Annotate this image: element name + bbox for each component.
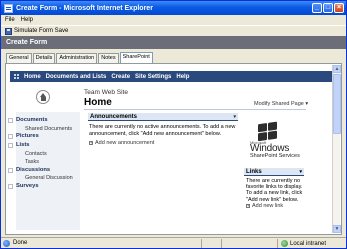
ql-general-discussion[interactable]: General Discussion — [25, 175, 73, 181]
add-icon: + — [89, 140, 93, 145]
scroll-up-button[interactable]: ▲ — [333, 65, 341, 73]
announcements-header: Announcements ▾ — [88, 113, 238, 121]
announcements-empty-text: There are currently no active announceme… — [89, 124, 236, 137]
ie-document-icon — [4, 3, 13, 13]
ql-tasks[interactable]: Tasks — [25, 159, 39, 165]
status-bar: Done Local intranet — [1, 237, 346, 248]
page-title: Home — [84, 97, 112, 108]
form-header: Create Form — [1, 36, 346, 49]
maximize-button[interactable]: □ — [323, 3, 333, 13]
quick-launch-bullet-icon — [8, 134, 13, 139]
tab-details[interactable]: Details — [32, 53, 56, 63]
scroll-down-button[interactable]: ▼ — [333, 225, 341, 233]
links-empty-text: There are currently no favorite links to… — [246, 178, 303, 203]
nav-home[interactable]: Home — [24, 74, 41, 80]
menu-bar: File Help — [1, 15, 346, 25]
sharepoint-grid-icon — [13, 74, 19, 80]
ie-page-icon — [3, 239, 10, 247]
scroll-thumb[interactable] — [333, 74, 341, 134]
add-new-announcement-label: Add new announcement — [95, 140, 155, 146]
intranet-zone-icon — [281, 240, 288, 247]
windows-sharepoint-services-logo: Microsoft Windows SharePoint Services — [244, 121, 314, 161]
ql-pictures[interactable]: Pictures — [16, 133, 39, 139]
header-divider — [84, 109, 306, 110]
ql-shared-documents[interactable]: Shared Documents — [25, 126, 72, 132]
window-title: Create Form - Microsoft Internet Explore… — [16, 4, 153, 12]
title-bar: Create Form - Microsoft Internet Explore… — [1, 1, 346, 15]
logo-product-text: SharePoint Services — [250, 153, 300, 159]
site-title: Team Web Site — [84, 89, 128, 96]
zone-label: Local intranet — [290, 240, 327, 247]
modify-shared-page-link[interactable]: Modify Shared Page ▾ — [254, 101, 308, 107]
nav-documents-and-lists[interactable]: Documents and Lists — [46, 74, 107, 80]
status-text: Done — [13, 240, 28, 246]
close-button[interactable]: × — [334, 3, 344, 13]
announcements-menu-icon[interactable]: ▾ — [233, 114, 236, 120]
tab-strip: General Details Administration Notes Sha… — [6, 52, 153, 63]
tab-notes[interactable]: Notes — [98, 53, 119, 63]
security-zone: Local intranet — [281, 240, 326, 247]
window-controls: _ □ × — [312, 3, 344, 13]
status-divider — [277, 239, 278, 248]
minimize-button[interactable]: _ — [312, 3, 322, 13]
status-divider — [201, 239, 202, 248]
add-icon: + — [246, 203, 250, 208]
nav-site-settings[interactable]: Site Settings — [135, 74, 171, 80]
links-title[interactable]: Links — [246, 169, 262, 175]
ql-contacts[interactable]: Contacts — [25, 151, 47, 157]
tab-sharepoint[interactable]: SharePoint — [119, 52, 153, 63]
ql-documents[interactable]: Documents — [16, 117, 48, 123]
form-title: Create Form — [6, 39, 48, 46]
ql-discussions[interactable]: Discussions — [16, 167, 50, 173]
browser-window: Create Form - Microsoft Internet Explore… — [0, 0, 347, 249]
menu-file[interactable]: File — [5, 17, 15, 23]
simulate-form-save-button[interactable]: Simulate Form Save — [5, 27, 69, 35]
announcements-title[interactable]: Announcements — [90, 114, 137, 120]
sharepoint-top-nav: Home Documents and Lists Create Site Set… — [10, 71, 332, 82]
save-icon — [5, 27, 12, 35]
quick-launch-bullet-icon — [8, 143, 13, 148]
ql-lists[interactable]: Lists — [16, 142, 30, 148]
tab-general[interactable]: General — [6, 53, 32, 63]
quick-launch-bullet-icon — [8, 168, 13, 173]
add-new-announcement-link[interactable]: + Add new announcement — [89, 140, 154, 146]
sharepoint-frame: Home Documents and Lists Create Site Set… — [5, 63, 342, 235]
links-menu-icon[interactable]: ▾ — [299, 169, 302, 175]
add-new-link-label: Add new link — [252, 203, 284, 209]
menu-help[interactable]: Help — [21, 17, 33, 23]
house-icon[interactable] — [36, 90, 50, 104]
status-divider — [221, 239, 222, 248]
ql-surveys[interactable]: Surveys — [16, 183, 39, 189]
simulate-form-save-label: Simulate Form Save — [14, 28, 69, 34]
nav-help[interactable]: Help — [176, 74, 189, 80]
tab-administration[interactable]: Administration — [56, 53, 98, 63]
vertical-scrollbar[interactable]: ▲ ▼ — [332, 65, 341, 233]
links-header: Links ▾ — [244, 168, 304, 176]
nav-create[interactable]: Create — [111, 74, 130, 80]
add-new-link[interactable]: + Add new link — [246, 203, 283, 209]
quick-launch-bullet-icon — [8, 118, 13, 123]
toolbar: Simulate Form Save — [1, 25, 346, 36]
windows-flag-icon — [258, 121, 277, 142]
quick-launch-bullet-icon — [8, 184, 13, 189]
